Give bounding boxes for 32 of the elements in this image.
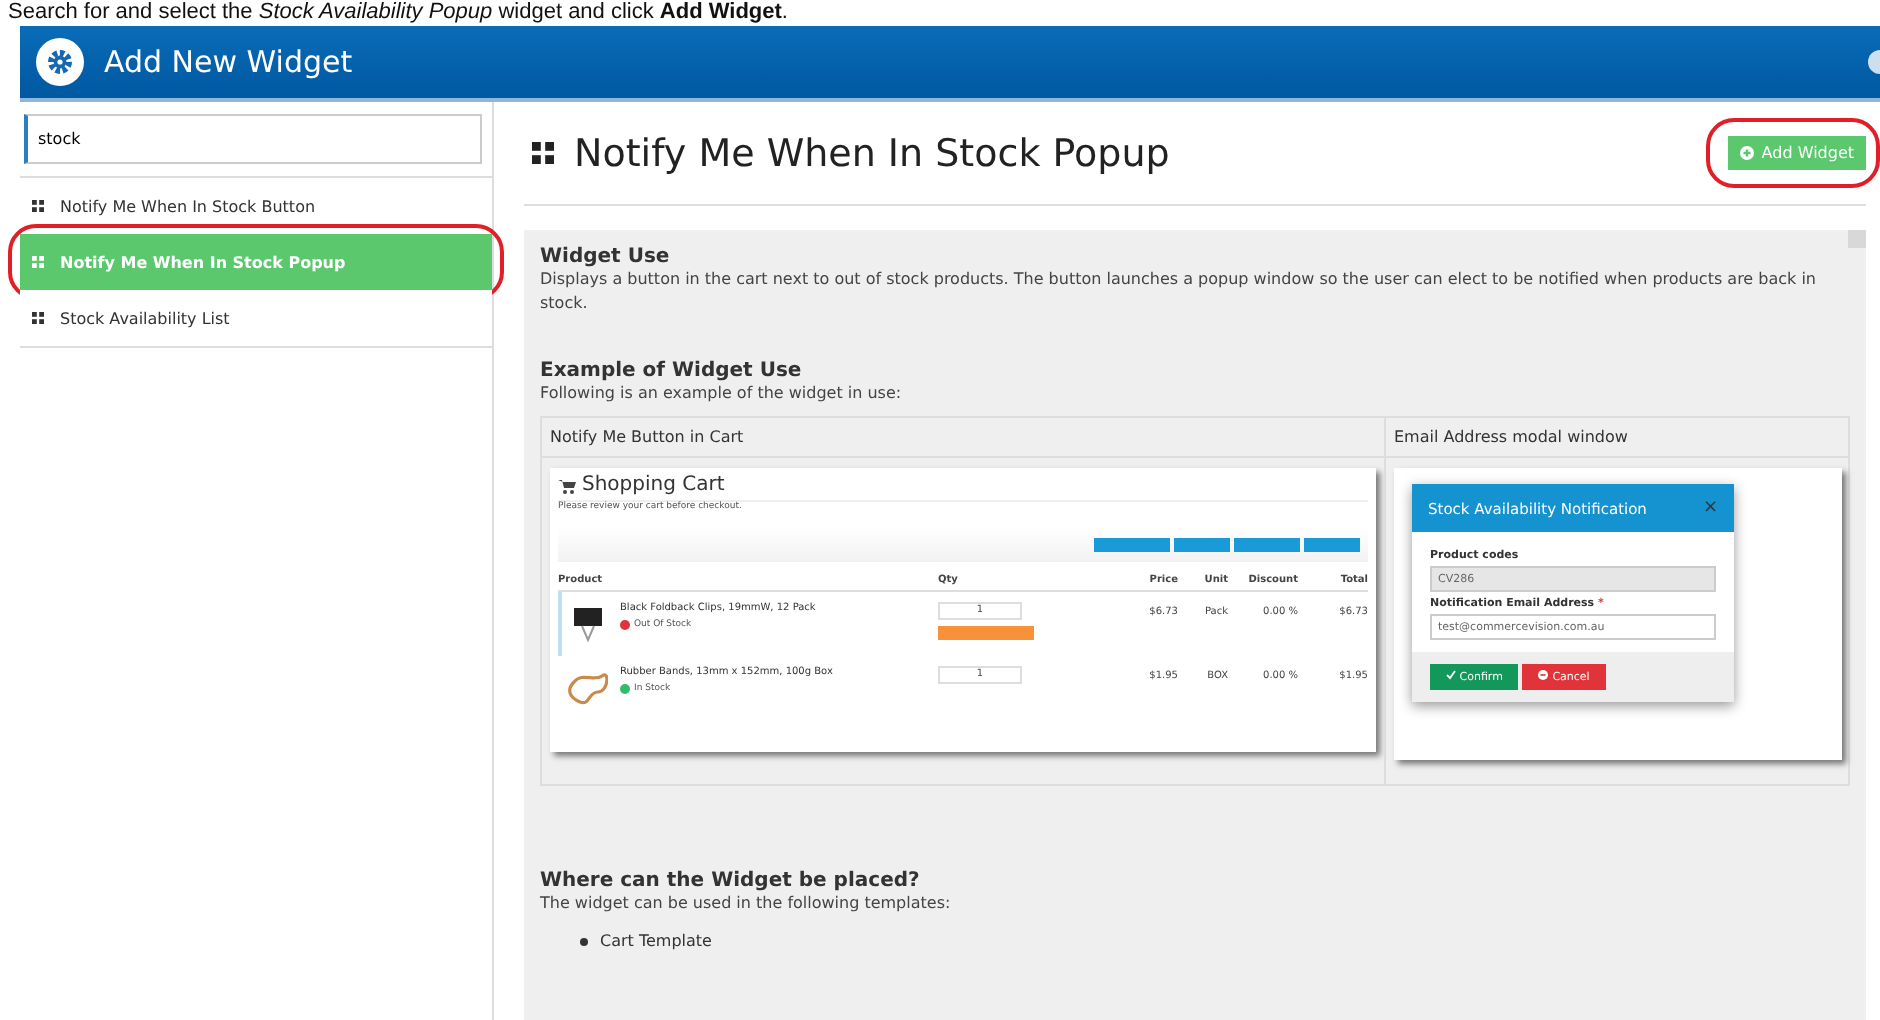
close-button[interactable]: ×: [1702, 498, 1718, 518]
section-heading: Example of Widget Use: [540, 360, 804, 382]
search-field[interactable]: stock: [24, 114, 482, 164]
drag-handle-icon: [32, 200, 44, 212]
check-icon: [1446, 670, 1456, 680]
section-text: Following is an example of the widget in use:: [540, 382, 904, 406]
section-heading: Widget Use: [540, 246, 672, 268]
section-text: The widget can be used in the following templates:: [540, 892, 953, 916]
scrollbar: [1848, 230, 1866, 248]
cart-title: Shopping Cart: [558, 474, 1368, 502]
drag-handle-icon: [532, 142, 554, 164]
binder-clip-drawing: [568, 602, 608, 646]
cart-icon: [558, 477, 576, 493]
stop-icon: [1538, 670, 1549, 680]
drag-handle-icon: [32, 256, 44, 268]
plus-icon: [1739, 146, 1754, 160]
toolbar-button[interactable]: [1174, 538, 1230, 552]
instruction-text: Search for and select the Stock Availability Popup widget and click Add Widget.: [6, 0, 790, 26]
column-header: Email Address modal window: [1384, 418, 1850, 458]
notify-me-button[interactable]: [938, 626, 1034, 640]
section-heading: Where can the Widget be placed?: [540, 870, 922, 892]
column-header: Notify Me Button in Cart: [542, 418, 1384, 458]
toolbar-button[interactable]: [1304, 538, 1360, 552]
drag-handle-icon: [32, 312, 44, 324]
widget-title: Notify Me When In Stock Popup: [574, 131, 1170, 175]
template-item: Cart Template: [600, 932, 712, 950]
dialog-title: Add New Widget: [104, 44, 353, 80]
toolbar-button[interactable]: [1094, 538, 1170, 552]
bullet-icon: [580, 937, 588, 945]
section-text: Displays a button in the cart next to out of stock products. The button launches a popup window so the user can elect to be notified when products are back in stock.: [540, 268, 1818, 316]
gear-icon: [36, 38, 84, 86]
toolbar-button[interactable]: [1234, 538, 1300, 552]
